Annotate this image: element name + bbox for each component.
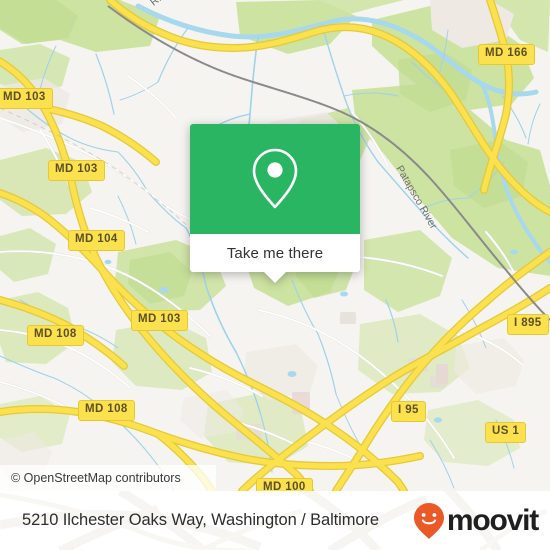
take-me-there-label: Take me there <box>226 244 324 262</box>
popup-action-area[interactable]: Take me there <box>190 234 360 283</box>
location-popup-card[interactable]: Take me there <box>190 124 360 283</box>
road-shield-md-103-left: MD 103 <box>0 88 53 109</box>
popup-icon-area <box>190 124 360 234</box>
road-shield-md-103-upper: MD 103 <box>48 160 105 181</box>
moovit-wordmark: moovit <box>446 503 539 537</box>
attribution-text: © OpenStreetMap contributors <box>11 471 181 485</box>
map-attribution[interactable]: © OpenStreetMap contributors <box>0 465 216 491</box>
road-shield-i-95: I 95 <box>391 401 426 422</box>
map-canvas[interactable]: Patapsco River River MD 166 MD 103 MD 10… <box>0 0 550 491</box>
moovit-pin-smiley-icon <box>413 502 444 539</box>
road-shield-md-108-lower: MD 108 <box>78 400 135 421</box>
popup-pointer <box>264 272 286 283</box>
road-shield-us-1: US 1 <box>485 422 527 443</box>
road-shield-md-108-upper: MD 108 <box>27 325 84 346</box>
moovit-brand-logo[interactable]: moovit <box>413 502 539 540</box>
map-pin-icon <box>252 148 298 209</box>
road-shield-md-103-mid: MD 103 <box>131 310 188 331</box>
map-screenshot-root: Patapsco River River MD 166 MD 103 MD 10… <box>0 0 550 550</box>
road-shield-md-104: MD 104 <box>68 230 125 251</box>
road-shield-md-166: MD 166 <box>478 44 535 65</box>
road-shield-i-895: I 895 <box>507 314 549 335</box>
footer-bar: 5210 Ilchester Oaks Way, Washington / Ba… <box>0 491 550 550</box>
road-shield-md-100: MD 100 <box>256 478 313 491</box>
location-address: 5210 Ilchester Oaks Way, Washington / Ba… <box>22 511 379 529</box>
